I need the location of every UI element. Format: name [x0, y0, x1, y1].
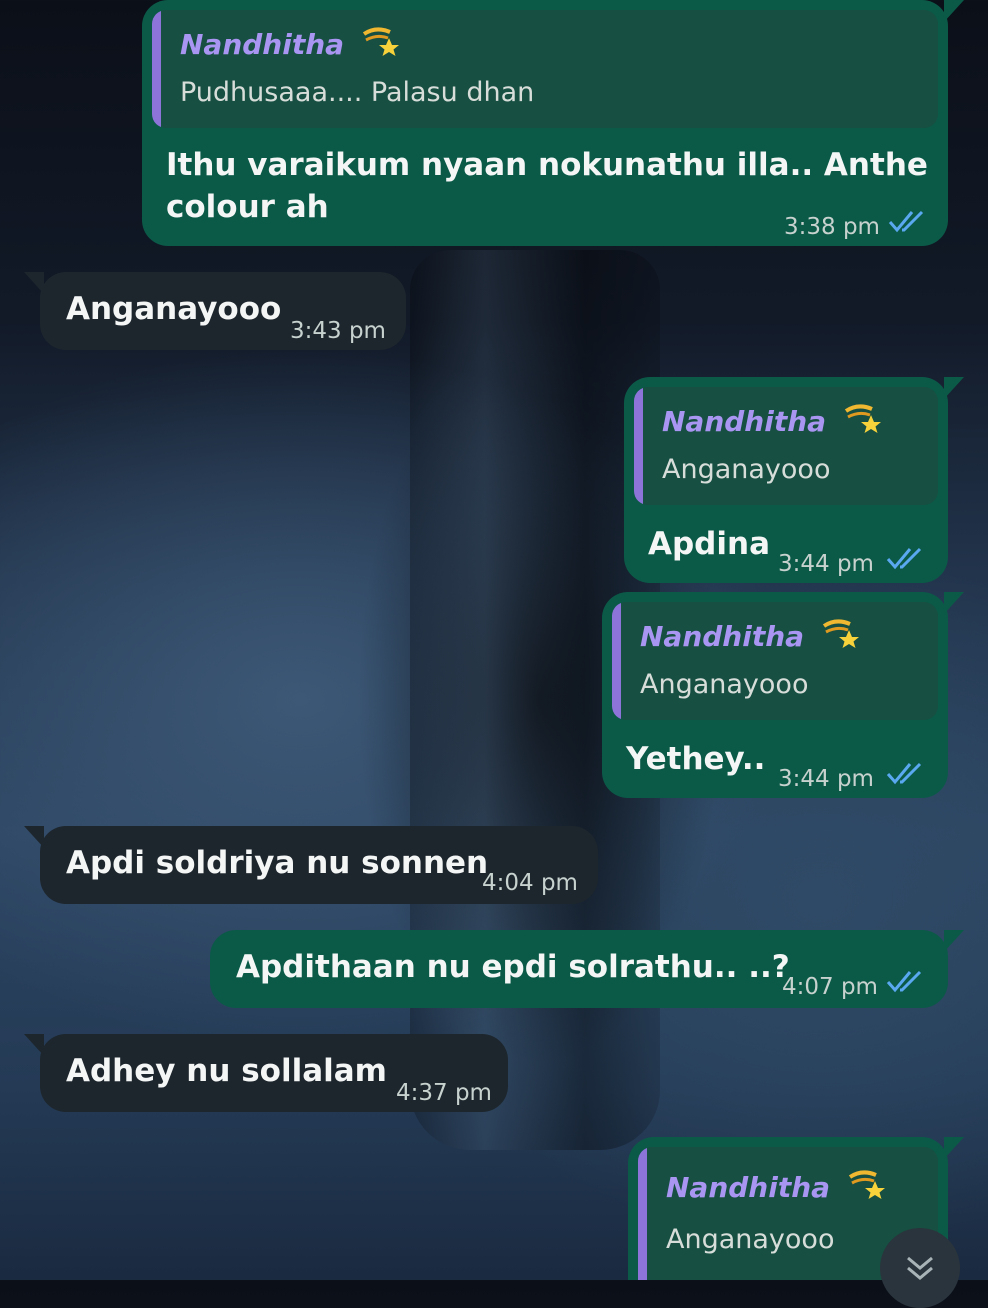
- incoming-message[interactable]: Anganayooo 3:43 pm: [24, 272, 406, 350]
- double-check-icon: [888, 210, 924, 233]
- double-check-icon: [886, 547, 922, 570]
- quote-bar: [152, 10, 161, 128]
- message-text: Yethey..: [626, 741, 766, 777]
- reply-quote[interactable]: Nandhitha Pudhusaaa.... Palasu dhan: [152, 10, 938, 128]
- message-text: Apdina: [648, 526, 770, 562]
- message-time: 3:43 pm: [290, 318, 386, 344]
- shooting-star-icon: [362, 27, 399, 56]
- message-text: Ithu varaikum nyaan nokunathu illa.. Ant…: [166, 147, 928, 183]
- reply-sender-name: Nandhitha: [662, 405, 827, 438]
- message-time: 4:04 pm: [482, 870, 578, 896]
- shooting-star-icon: [844, 404, 881, 433]
- outgoing-message[interactable]: Nandhitha Pudhusaaa.... Palasu dhan Ithu…: [142, 0, 964, 246]
- quoted-text: Pudhusaaa.... Palasu dhan: [180, 77, 535, 108]
- reply-sender-name: Nandhitha: [666, 1171, 831, 1204]
- quoted-text: Anganayooo: [662, 454, 831, 485]
- outgoing-message[interactable]: Apdithaan nu epdi solrathu.. ..? 4:07 pm: [210, 930, 964, 1008]
- reply-quote[interactable]: Nandhitha Anganayooo: [634, 387, 938, 505]
- quote-bar: [634, 387, 643, 505]
- message-text-line2: colour ah: [166, 189, 329, 225]
- message-time: 3:44 pm: [778, 551, 874, 577]
- message-text: Apdithaan nu epdi solrathu.. ..?: [236, 949, 790, 985]
- reply-sender-name: Nandhitha: [640, 620, 805, 653]
- message-time: 4:07 pm: [782, 974, 878, 1000]
- message-time: 4:37 pm: [396, 1080, 492, 1106]
- quote-bar: [612, 602, 621, 720]
- reply-quote[interactable]: Nandhitha Anganayooo: [612, 602, 938, 720]
- scroll-to-bottom-button[interactable]: [880, 1228, 960, 1308]
- message-time: 3:44 pm: [778, 766, 874, 792]
- double-check-icon: [886, 970, 922, 993]
- message-time: 3:38 pm: [784, 214, 880, 240]
- quote-bar: [638, 1147, 647, 1280]
- shooting-star-icon: [848, 1170, 885, 1199]
- chevron-double-down-icon: [907, 1256, 933, 1280]
- message-text: Adhey nu sollalam: [66, 1053, 387, 1089]
- reply-sender-name: Nandhitha: [180, 28, 345, 61]
- message-text: Apdi soldriya nu sonnen: [66, 845, 489, 881]
- quoted-text: Anganayooo: [666, 1224, 835, 1255]
- incoming-message[interactable]: Apdi soldriya nu sonnen 4:04 pm: [24, 826, 598, 904]
- outgoing-message[interactable]: Nandhitha Anganayooo Yethey.. 3:44 pm: [602, 592, 964, 798]
- double-check-icon: [886, 762, 922, 785]
- incoming-message[interactable]: Adhey nu sollalam 4:37 pm: [24, 1034, 508, 1112]
- message-text: Anganayooo: [66, 291, 282, 327]
- quoted-text: Anganayooo: [640, 669, 809, 700]
- shooting-star-icon: [822, 619, 859, 648]
- outgoing-message[interactable]: Nandhitha Anganayooo Apdina 3:44 pm: [624, 377, 964, 583]
